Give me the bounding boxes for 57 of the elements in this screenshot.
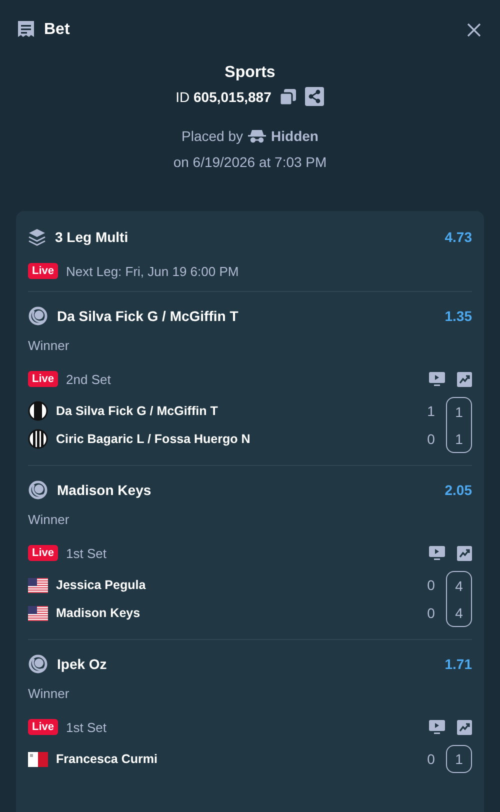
stream-button[interactable] (429, 720, 445, 734)
participant-name: Madison Keys (56, 606, 140, 620)
participant-name: Francesca Curmi (56, 752, 158, 766)
placed-date: on 6/19/2026 at 7:03 PM (173, 154, 327, 170)
sport-title: Sports (224, 63, 276, 83)
leg-title: Da Silva Fick G / McGiffin T (57, 308, 238, 324)
live-badge: Live (28, 719, 58, 735)
participant-name: Jessica Pegula (56, 578, 146, 592)
multi-title: 3 Leg Multi (55, 229, 128, 245)
market-label: Winner (28, 512, 70, 527)
participant-name: Ciric Bagaric L / Fossa Huergo N (56, 432, 250, 446)
odds: 1.71 (444, 656, 472, 672)
live-badge: Live (28, 545, 58, 561)
participant-name: Da Silva Fick G / McGiffin T (56, 404, 218, 418)
tennis-ball-icon (28, 306, 48, 326)
odds: 2.05 (444, 482, 472, 498)
flag-icon (28, 752, 48, 766)
flag-icon (28, 606, 48, 620)
period-label: 1st Set (66, 720, 106, 734)
copy-button[interactable] (279, 88, 298, 106)
stats-button[interactable] (457, 372, 472, 386)
dialog-title: Bet (44, 21, 70, 39)
set-score: 0 (426, 431, 436, 447)
game-score-box: 1 (446, 745, 472, 773)
game-score-box: 1 1 (446, 397, 472, 453)
set-score: 0 (426, 605, 436, 621)
live-badge: Live (28, 263, 58, 279)
flag-icon (28, 578, 48, 592)
tennis-ball-icon (28, 654, 48, 674)
odds: 1.35 (444, 308, 472, 324)
layers-icon (28, 228, 46, 246)
next-leg: Next Leg: Fri, Jun 19 6:00 PM (66, 264, 239, 278)
period-label: 1st Set (66, 546, 106, 560)
set-score: 0 (426, 577, 436, 593)
stats-button[interactable] (457, 546, 472, 560)
incognito-icon (248, 129, 266, 143)
stream-button[interactable] (429, 372, 445, 386)
stats-button[interactable] (457, 720, 472, 734)
leg-title: Madison Keys (57, 482, 152, 498)
period-label: 2nd Set (66, 372, 111, 386)
placed-by-label: Placed by (182, 128, 244, 144)
jersey-icon (28, 429, 48, 449)
tennis-ball-icon (28, 480, 48, 500)
market-label: Winner (28, 338, 70, 353)
jersey-icon (28, 401, 48, 421)
live-badge: Live (28, 371, 58, 387)
market-label: Winner (28, 686, 70, 701)
stream-button[interactable] (429, 546, 445, 560)
share-button[interactable] (305, 87, 324, 106)
placed-by-user: Hidden (271, 128, 318, 144)
set-score: 0 (426, 751, 436, 767)
receipt-icon (16, 20, 36, 40)
odds: 4.73 (444, 229, 472, 245)
bet-id: ID 605,015,887 (176, 88, 272, 104)
game-score-box: 4 4 (446, 571, 472, 627)
set-score: 1 (426, 403, 436, 419)
leg-title: Ipek Oz (57, 656, 107, 672)
